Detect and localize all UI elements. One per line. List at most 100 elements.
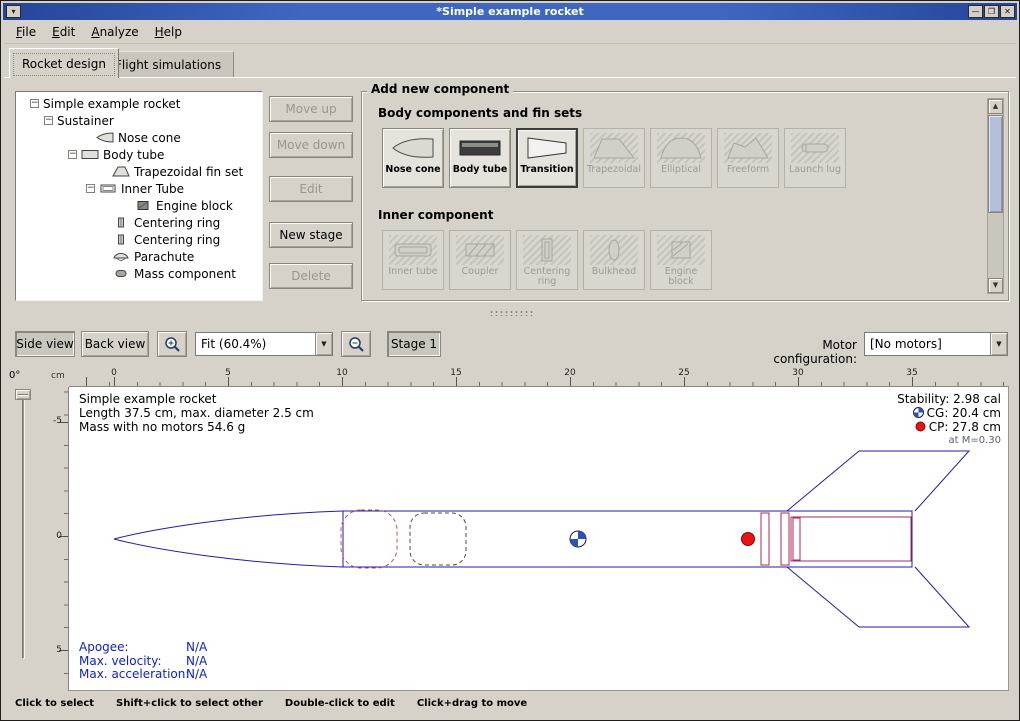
- add-elliptical-button[interactable]: Elliptical: [650, 128, 712, 188]
- tab-rocket-design-label: Rocket design: [22, 57, 106, 71]
- tree-item-rocket[interactable]: − Simple example rocket: [16, 95, 262, 112]
- mass-component-icon: [112, 268, 130, 279]
- new-stage-label: New stage: [279, 228, 342, 242]
- add-inner-tube-button[interactable]: Inner tube: [382, 230, 444, 290]
- trapezoidal-fin-icon: [590, 133, 638, 163]
- transition-icon: [523, 133, 571, 163]
- move-up-label: Move up: [285, 102, 336, 116]
- nose-cone-icon: [389, 133, 437, 163]
- move-down-button[interactable]: Move down: [269, 132, 353, 158]
- scroll-down-icon[interactable]: ▼: [988, 278, 1003, 293]
- collapse-icon[interactable]: −: [44, 116, 53, 125]
- rocket-info: Simple example rocket Length 37.5 cm, ma…: [79, 392, 314, 434]
- ruler-unit-label: cm: [51, 371, 65, 381]
- launch-lug-icon: [791, 133, 839, 163]
- ruler-major-ticks: [69, 377, 1009, 386]
- split-pane-handle[interactable]: [489, 310, 533, 316]
- chevron-down-icon[interactable]: ▼: [315, 333, 332, 355]
- title-bar[interactable]: ▾ *Simple example rocket — ❐ ✕: [3, 3, 1017, 20]
- back-view-button[interactable]: Back view: [81, 331, 149, 357]
- maximize-button[interactable]: ❐: [984, 5, 999, 18]
- inner-component-label: Inner component: [378, 208, 493, 222]
- side-view-button[interactable]: Side view: [15, 331, 75, 357]
- tree-item-parachute[interactable]: Parachute: [16, 248, 262, 265]
- tree-item-nose-cone[interactable]: Nose cone: [16, 129, 262, 146]
- cp-icon: [915, 421, 926, 432]
- rocket-name: Simple example rocket: [79, 392, 314, 406]
- ruler-tick-label: 0: [56, 531, 62, 541]
- motor-configuration-select[interactable]: [No motors] ▼: [864, 332, 1008, 356]
- minimize-button[interactable]: —: [968, 5, 983, 18]
- scroll-up-icon[interactable]: ▲: [988, 99, 1003, 114]
- move-up-button[interactable]: Move up: [269, 96, 353, 122]
- add-component-panel: Body components and fin sets Nose cone B…: [361, 91, 1009, 301]
- tree-item-sustainer[interactable]: − Sustainer: [16, 112, 262, 129]
- zoom-out-button[interactable]: [341, 331, 371, 357]
- add-freeform-button[interactable]: Freeform: [717, 128, 779, 188]
- add-nose-cone-button[interactable]: Nose cone: [382, 128, 444, 188]
- hint-double-click: Double-click to edit: [285, 698, 395, 709]
- rotation-slider-track[interactable]: [22, 393, 25, 659]
- mach-value: at M=0.30: [897, 434, 1001, 448]
- tree-item-centering-ring[interactable]: Centering ring: [16, 214, 262, 231]
- new-stage-button[interactable]: New stage: [269, 222, 353, 248]
- tree-item-trapezoidal-fin-set[interactable]: Trapezoidal fin set: [16, 163, 262, 180]
- close-button[interactable]: ✕: [1000, 5, 1015, 18]
- delete-button[interactable]: Delete: [269, 263, 353, 289]
- menu-help[interactable]: Help: [147, 22, 190, 42]
- rocket-view-canvas[interactable]: Simple example rocket Length 37.5 cm, ma…: [69, 387, 1009, 691]
- vertical-ruler: -5 0 5: [47, 387, 69, 691]
- menu-file[interactable]: File: [8, 22, 44, 42]
- bulkhead-icon: [590, 235, 638, 265]
- zoom-value: Fit (60.4%): [196, 337, 315, 351]
- ruler-tick-label: 0: [106, 368, 122, 378]
- cp-value: CP: 27.8 cm: [929, 420, 1001, 434]
- collapse-icon[interactable]: −: [86, 184, 95, 193]
- menu-edit[interactable]: Edit: [44, 22, 83, 42]
- ruler-tick-label: 5: [220, 368, 236, 378]
- collapse-icon[interactable]: −: [30, 99, 39, 108]
- add-coupler-button[interactable]: Coupler: [449, 230, 511, 290]
- collapse-icon[interactable]: −: [68, 150, 77, 159]
- scrollbar-thumb[interactable]: [988, 115, 1003, 213]
- stage-1-toggle[interactable]: Stage 1: [387, 331, 441, 357]
- tree-item-mass-component[interactable]: Mass component: [16, 265, 262, 282]
- freeform-fin-icon: [724, 133, 772, 163]
- add-centering-ring-button[interactable]: Centering ring: [516, 230, 578, 290]
- tab-rocket-design[interactable]: Rocket design: [9, 48, 119, 78]
- centering-ring-icon: [112, 234, 130, 245]
- chevron-down-icon[interactable]: ▼: [990, 333, 1007, 355]
- inner-tube-icon: [99, 183, 117, 194]
- menu-analyze[interactable]: Analyze: [83, 22, 146, 42]
- move-down-label: Move down: [277, 138, 345, 152]
- add-engine-block-button[interactable]: Engine block: [650, 230, 712, 290]
- add-trapezoidal-button[interactable]: Trapezoidal: [583, 128, 645, 188]
- palette-scrollbar[interactable]: ▲ ▼: [987, 98, 1004, 294]
- add-bulkhead-button[interactable]: Bulkhead: [583, 230, 645, 290]
- cg-icon: [913, 407, 924, 418]
- horizontal-ruler: 0 5 10 15 20 25 30 35: [69, 367, 1009, 387]
- add-body-tube-button[interactable]: Body tube: [449, 128, 511, 188]
- tree-item-inner-tube[interactable]: − Inner Tube: [16, 180, 262, 197]
- component-tree[interactable]: − Simple example rocket − Sustainer Nose…: [15, 91, 263, 301]
- system-menu-icon[interactable]: ▾: [6, 5, 21, 18]
- hint-shift-click: Shift+click to select other: [116, 698, 263, 709]
- add-launch-lug-button[interactable]: Launch lug: [784, 128, 846, 188]
- edit-button[interactable]: Edit: [269, 176, 353, 202]
- apogee-value: N/A: [186, 641, 207, 655]
- add-transition-button[interactable]: Transition: [516, 128, 578, 188]
- zoom-in-button[interactable]: [157, 331, 187, 357]
- zoom-select[interactable]: Fit (60.4%) ▼: [195, 332, 333, 356]
- max-acceleration-label: Max. acceleration:: [79, 667, 189, 681]
- ruler-tick-label: 35: [904, 368, 920, 378]
- tab-flight-simulations[interactable]: Flight simulations: [102, 51, 234, 78]
- elliptical-fin-icon: [657, 133, 705, 163]
- rocket-mass: Mass with no motors 54.6 g: [79, 420, 314, 434]
- tree-item-body-tube[interactable]: − Body tube: [16, 146, 262, 163]
- tree-item-engine-block[interactable]: Engine block: [16, 197, 262, 214]
- flight-info: Apogee:N/A Max. velocity:N/A Max. accele…: [79, 641, 269, 682]
- body-components-label: Body components and fin sets: [378, 106, 582, 120]
- menu-bar: File Edit Analyze Help: [4, 21, 1016, 44]
- rotation-slider-handle[interactable]: [15, 389, 31, 400]
- tree-item-centering-ring[interactable]: Centering ring: [16, 231, 262, 248]
